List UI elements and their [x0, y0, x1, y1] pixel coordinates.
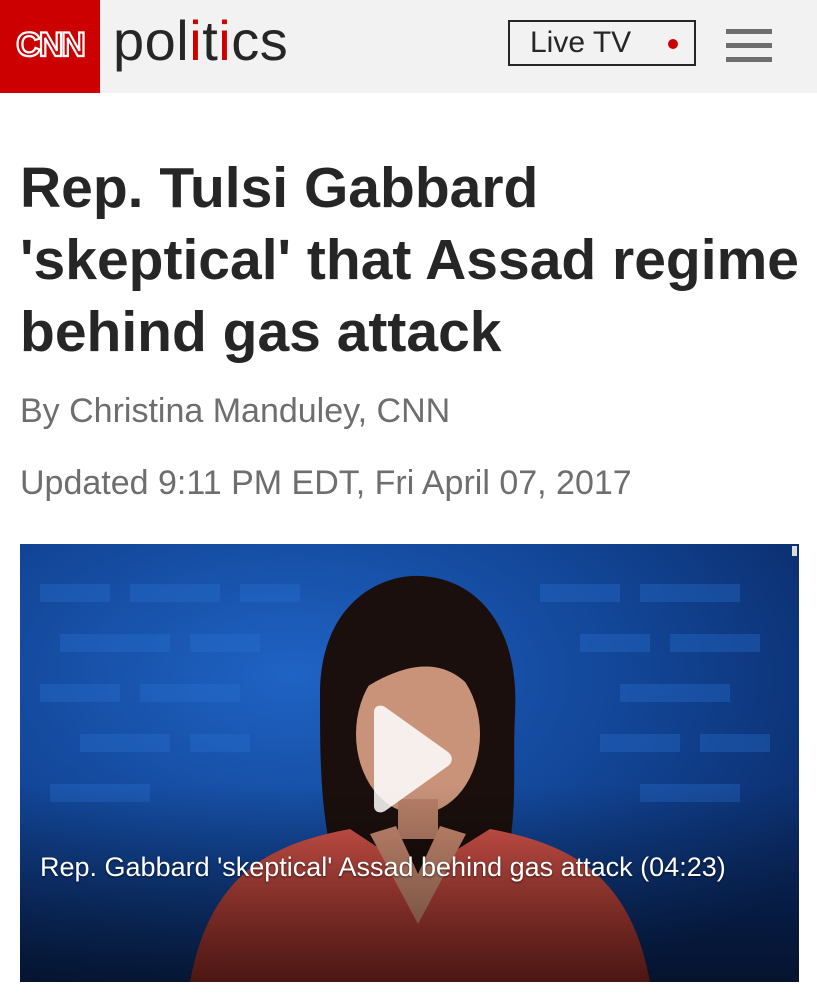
cnn-logo-mark: CNN	[15, 25, 87, 65]
video-options-icon[interactable]	[792, 546, 797, 556]
live-indicator-icon	[668, 39, 678, 49]
section-title-accent: i	[189, 9, 203, 72]
section-title-accent: i	[218, 9, 232, 72]
article-byline[interactable]: By Christina Manduley, CNN	[20, 390, 450, 432]
section-title-part: t	[202, 9, 219, 72]
article-headline: Rep. Tulsi Gabbard 'skeptical' that Assa…	[20, 156, 799, 364]
cnn-logo[interactable]: CNN	[0, 0, 100, 93]
top-nav-bar: CNN politics Live TV	[0, 0, 817, 93]
section-title-part: cs	[231, 9, 289, 72]
cnn-logo-text: CNN	[16, 26, 84, 64]
play-icon[interactable]	[364, 704, 454, 814]
menu-line	[726, 29, 772, 34]
live-tv-button[interactable]: Live TV	[508, 20, 696, 66]
hamburger-menu-icon[interactable]	[726, 29, 772, 63]
section-title-politics[interactable]: politics	[113, 6, 288, 76]
video-player[interactable]: Rep. Gabbard 'skeptical' Assad behind ga…	[20, 544, 799, 982]
live-tv-label: Live TV	[530, 26, 632, 59]
article-timestamp: Updated 9:11 PM EDT, Fri April 07, 2017	[20, 464, 632, 502]
video-caption: Rep. Gabbard 'skeptical' Assad behind ga…	[40, 852, 726, 882]
section-title-part: pol	[113, 9, 190, 72]
menu-line	[726, 57, 772, 62]
menu-line	[726, 43, 772, 48]
